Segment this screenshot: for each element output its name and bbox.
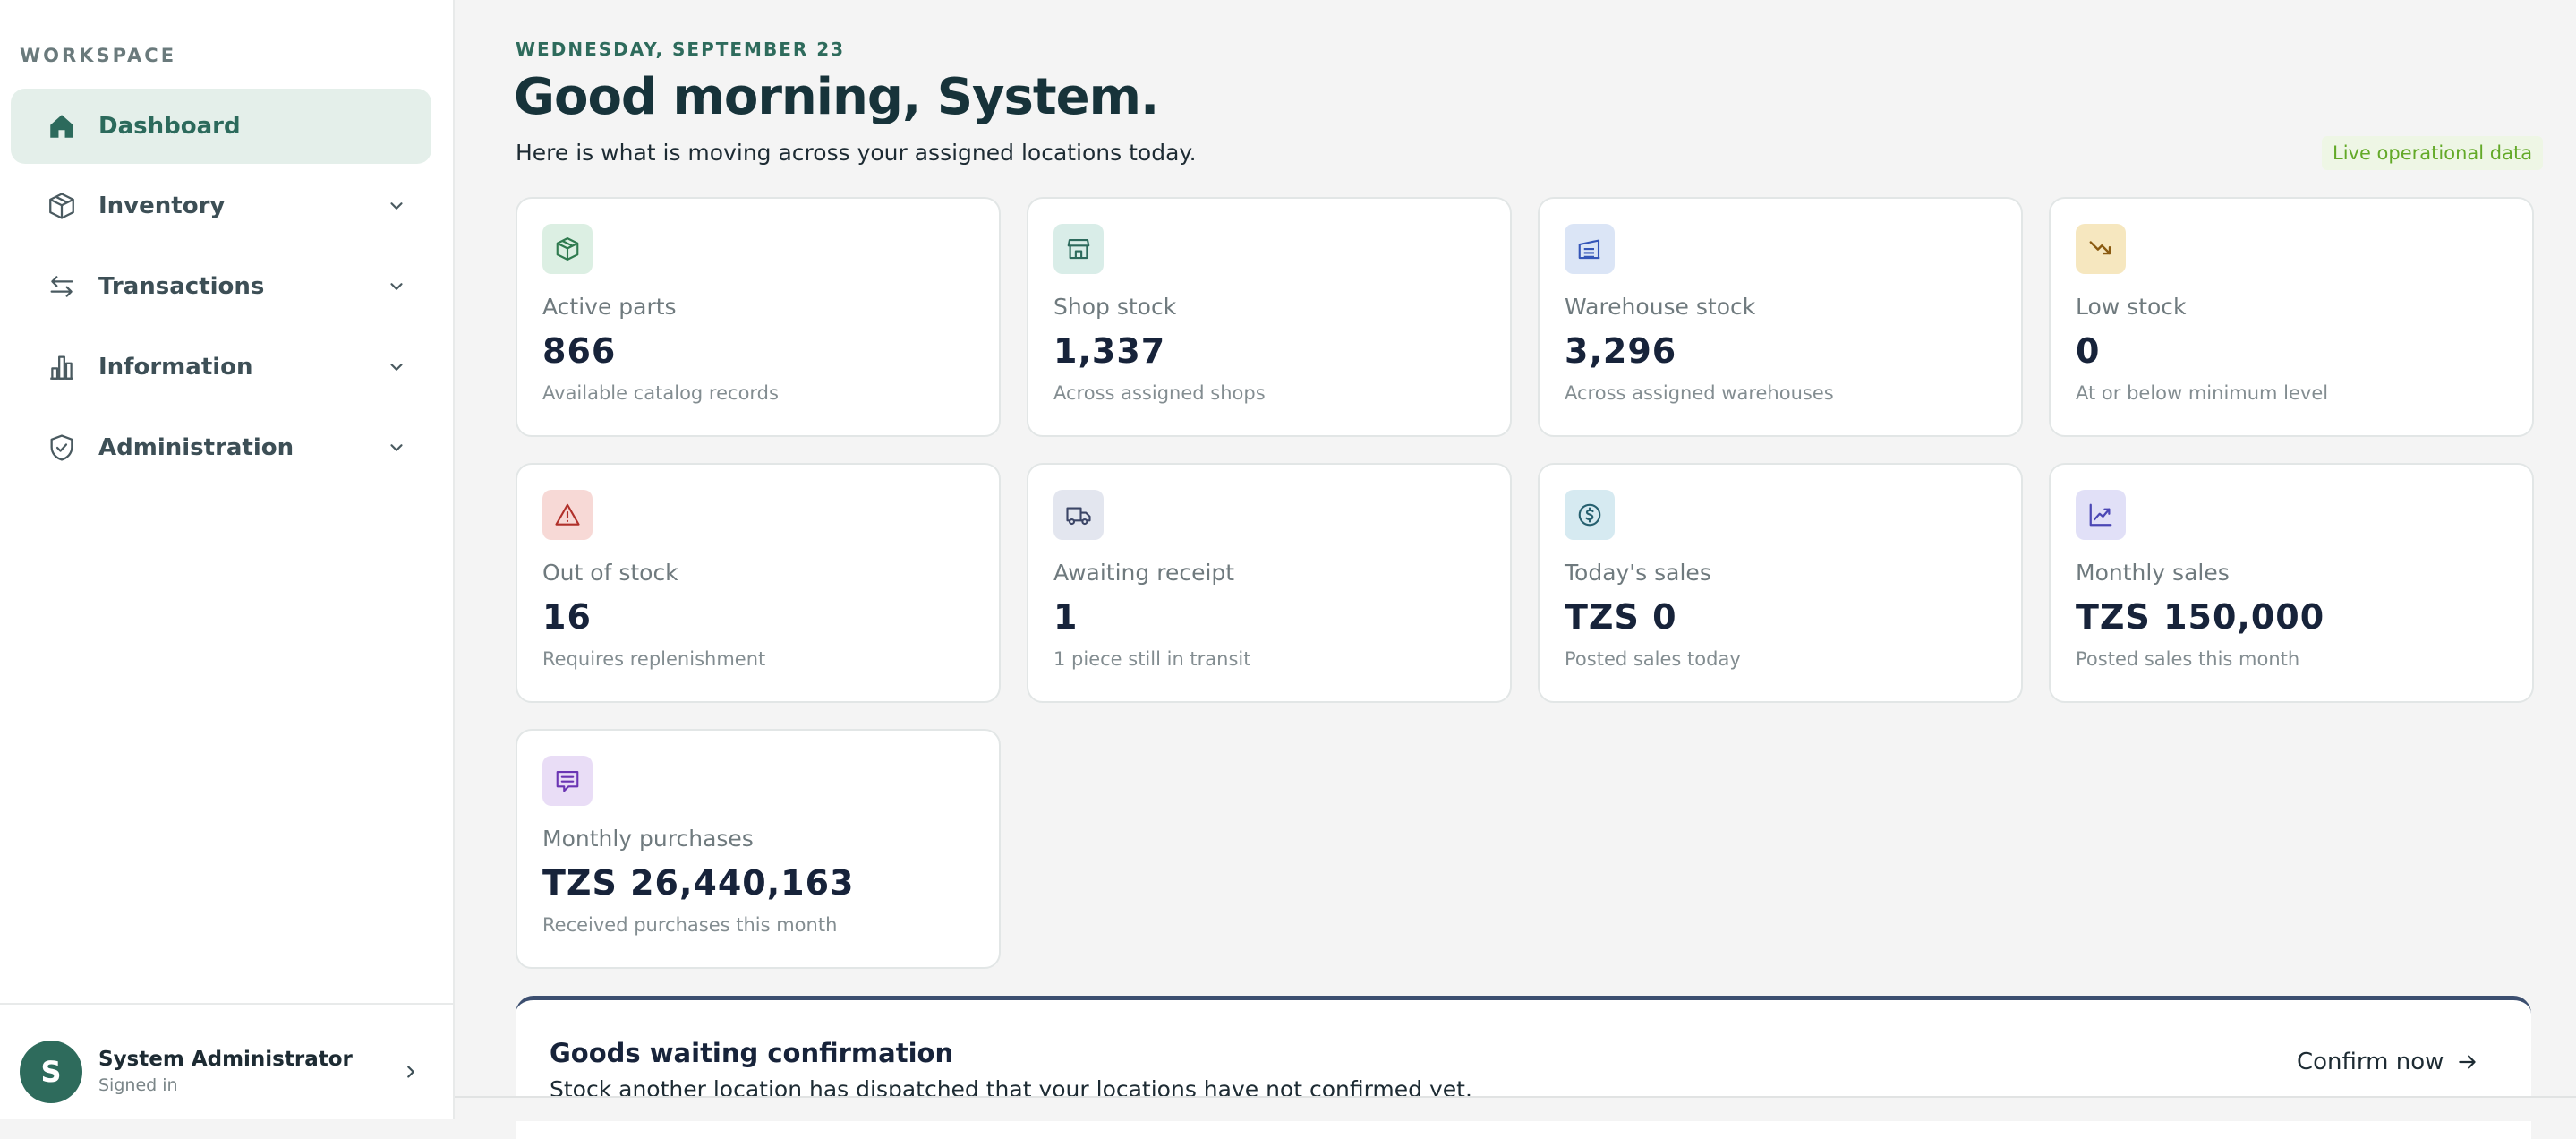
stat-card-shop-stock[interactable]: Shop stock 1,337 Across assigned shops: [1027, 197, 1512, 437]
page-subtitle: Here is what is moving across your assig…: [516, 140, 1197, 166]
avatar: S: [20, 1041, 82, 1103]
warehouse-icon: [1565, 224, 1615, 274]
card-label: Monthly purchases: [542, 826, 754, 852]
card-description: Requires replenishment: [542, 648, 766, 670]
trend-down-icon: [2076, 224, 2126, 274]
sidebar-item-label: Inventory: [98, 193, 226, 219]
box-icon: [542, 224, 593, 274]
confirm-now-button[interactable]: Confirm now: [2297, 1049, 2479, 1075]
user-status: Signed in: [98, 1075, 178, 1095]
card-value: 1: [1053, 597, 1079, 637]
confirm-now-label: Confirm now: [2297, 1049, 2444, 1075]
warning-icon: [542, 490, 593, 540]
card-description: Posted sales today: [1565, 648, 1741, 670]
card-value: 16: [542, 597, 592, 637]
sidebar-item-information[interactable]: Information: [11, 330, 431, 405]
bar-chart-icon: [50, 355, 73, 380]
card-label: Active parts: [542, 294, 677, 320]
card-description: Available catalog records: [542, 382, 779, 404]
stat-card-monthly-sales[interactable]: Monthly sales TZS 150,000 Posted sales t…: [2049, 463, 2534, 703]
card-value: 0: [2076, 331, 2101, 371]
store-icon: [1053, 224, 1104, 274]
chevron-down-icon: [390, 444, 403, 451]
sidebar-item-administration[interactable]: Administration: [11, 410, 431, 485]
card-label: Today's sales: [1565, 560, 1711, 586]
sidebar: WORKSPACE Dashboard Inventory Transactio…: [0, 0, 455, 1119]
live-data-badge: Live operational data: [2322, 136, 2544, 170]
chevron-down-icon: [390, 283, 403, 290]
shield-check-icon: [50, 434, 73, 461]
current-date: WEDNESDAY, SEPTEMBER 23: [516, 39, 846, 60]
card-value: TZS 150,000: [2076, 597, 2325, 637]
sidebar-item-label: Dashboard: [98, 113, 241, 140]
stat-card-monthly-purchases[interactable]: Monthly purchases TZS 26,440,163 Receive…: [516, 729, 1001, 969]
stat-card-active-parts[interactable]: Active parts 866 Available catalog recor…: [516, 197, 1001, 437]
card-description: At or below minimum level: [2076, 382, 2329, 404]
card-label: Low stock: [2076, 294, 2187, 320]
workspace-section-label: WORKSPACE: [20, 45, 177, 66]
sidebar-item-label: Transactions: [98, 273, 265, 300]
swap-arrows-icon: [50, 276, 73, 297]
card-label: Monthly sales: [2076, 560, 2230, 586]
stat-card-todays-sales[interactable]: Today's sales TZS 0 Posted sales today: [1538, 463, 2023, 703]
card-description: Across assigned shops: [1053, 382, 1266, 404]
horizontal-scrollbar[interactable]: [455, 1096, 2576, 1121]
card-label: Shop stock: [1053, 294, 1177, 320]
card-value: TZS 26,440,163: [542, 863, 855, 903]
card-description: Received purchases this month: [542, 914, 838, 936]
trend-up-icon: [2076, 490, 2126, 540]
sidebar-item-dashboard[interactable]: Dashboard: [11, 89, 431, 164]
card-description: Posted sales this month: [2076, 648, 2300, 670]
user-name: System Administrator: [98, 1048, 353, 1071]
home-icon: [50, 115, 73, 138]
card-value: 1,337: [1053, 331, 1166, 371]
sidebar-item-transactions[interactable]: Transactions: [11, 249, 431, 324]
card-label: Awaiting receipt: [1053, 560, 1235, 586]
chevron-down-icon: [390, 202, 403, 210]
stat-card-awaiting-receipt[interactable]: Awaiting receipt 1 1 piece still in tran…: [1027, 463, 1512, 703]
card-description: Across assigned warehouses: [1565, 382, 1834, 404]
page-title: Good morning, System.: [514, 68, 1159, 126]
chevron-right-icon: [407, 1066, 414, 1078]
sidebar-item-label: Administration: [98, 434, 294, 461]
card-value: 866: [542, 331, 617, 371]
receipt-icon: [542, 756, 593, 806]
sidebar-item-inventory[interactable]: Inventory: [11, 168, 431, 244]
dollar-circle-icon: [1565, 490, 1615, 540]
chevron-down-icon: [390, 364, 403, 371]
truck-icon: [1053, 490, 1104, 540]
package-icon: [49, 193, 74, 219]
stat-card-out-of-stock[interactable]: Out of stock 16 Requires replenishment: [516, 463, 1001, 703]
arrow-right-icon: [2459, 1055, 2477, 1069]
sidebar-item-label: Information: [98, 354, 253, 381]
card-value: TZS 0: [1565, 597, 1677, 637]
banner-title: Goods waiting confirmation: [550, 1038, 954, 1068]
card-label: Warehouse stock: [1565, 294, 1756, 320]
card-value: 3,296: [1565, 331, 1677, 371]
user-profile-menu[interactable]: S System Administrator Signed in: [0, 1003, 453, 1121]
card-description: 1 piece still in transit: [1053, 648, 1251, 670]
card-label: Out of stock: [542, 560, 678, 586]
stat-card-low-stock[interactable]: Low stock 0 At or below minimum level: [2049, 197, 2534, 437]
stat-card-warehouse-stock[interactable]: Warehouse stock 3,296 Across assigned wa…: [1538, 197, 2023, 437]
